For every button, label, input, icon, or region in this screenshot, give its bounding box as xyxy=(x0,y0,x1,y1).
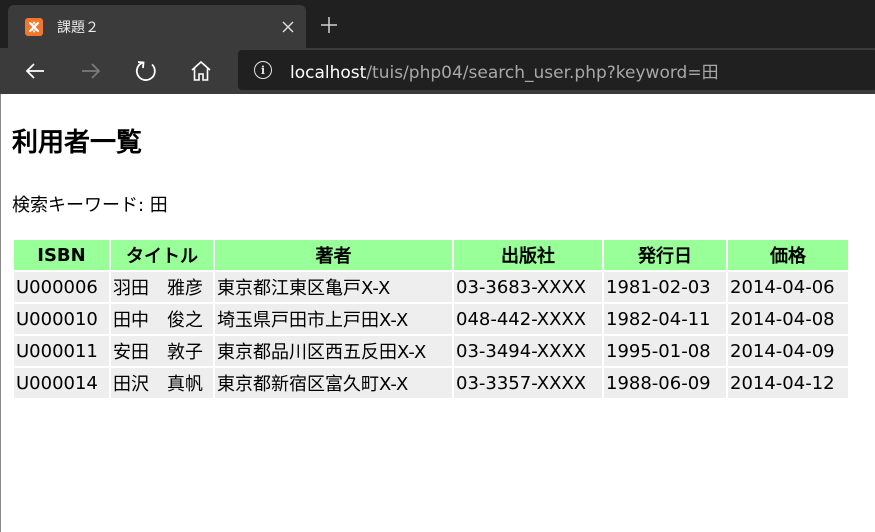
close-icon[interactable] xyxy=(278,17,298,37)
column-header-isbn: ISBN xyxy=(14,240,109,270)
toolbar: i localhost/tuis/php04/search_user.php?k… xyxy=(0,48,875,94)
tab-active[interactable]: 課題２ xyxy=(8,5,306,48)
home-icon[interactable] xyxy=(186,56,216,86)
info-icon[interactable]: i xyxy=(254,61,272,79)
cell-issue-date: 1988-06-09 xyxy=(604,368,726,398)
results-table: ISBN タイトル 著者 出版社 発行日 価格 U000006 羽田 雅彦 東京… xyxy=(12,238,850,400)
cell-price: 2014-04-06 xyxy=(728,272,848,302)
table-row: U000010 田中 俊之 埼玉県戸田市上戸田X-X 048-442-XXXX … xyxy=(14,304,848,334)
back-arrow-icon[interactable] xyxy=(20,56,50,86)
cell-author: 東京都新宿区富久町X-X xyxy=(215,368,452,398)
column-header-title: タイトル xyxy=(111,240,213,270)
table-row: U000011 安田 敦子 東京都品川区西五反田X-X 03-3494-XXXX… xyxy=(14,336,848,366)
cell-price: 2014-04-08 xyxy=(728,304,848,334)
url-path: /tuis/php04/search_user.php?keyword=田 xyxy=(366,62,719,83)
cell-issue-date: 1981-02-03 xyxy=(604,272,726,302)
cell-author: 埼玉県戸田市上戸田X-X xyxy=(215,304,452,334)
column-header-author: 著者 xyxy=(215,240,452,270)
cell-publisher: 048-442-XXXX xyxy=(454,304,602,334)
cell-title: 安田 敦子 xyxy=(111,336,213,366)
cell-price: 2014-04-09 xyxy=(728,336,848,366)
cell-author: 東京都江東区亀戸X-X xyxy=(215,272,452,302)
column-header-issue-date: 発行日 xyxy=(604,240,726,270)
url-text[interactable]: localhost/tuis/php04/search_user.php?key… xyxy=(290,58,719,83)
table-header-row: ISBN タイトル 著者 出版社 発行日 価格 xyxy=(14,240,848,270)
cell-isbn: U000006 xyxy=(14,272,109,302)
page-title: 利用者一覧 xyxy=(12,128,143,158)
cell-author: 東京都品川区西五反田X-X xyxy=(215,336,452,366)
cell-publisher: 03-3494-XXXX xyxy=(454,336,602,366)
cell-title: 田沢 真帆 xyxy=(111,368,213,398)
tab-strip: 課題２ xyxy=(0,0,875,48)
refresh-icon[interactable] xyxy=(131,56,161,86)
cell-issue-date: 1995-01-08 xyxy=(604,336,726,366)
url-host: localhost xyxy=(290,62,367,83)
tab-title: 課題２ xyxy=(57,19,99,36)
xampp-icon xyxy=(25,17,43,36)
cell-title: 田中 俊之 xyxy=(111,304,213,334)
browser-window: 課題２ i localhost/tuis/php04/search_user.p… xyxy=(0,0,875,532)
search-keyword-label: 検索キーワード: 田 xyxy=(12,195,168,216)
column-header-price: 価格 xyxy=(728,240,848,270)
cell-isbn: U000010 xyxy=(14,304,109,334)
column-header-publisher: 出版社 xyxy=(454,240,602,270)
cell-publisher: 03-3683-XXXX xyxy=(454,272,602,302)
forward-arrow-icon[interactable] xyxy=(76,56,106,86)
plus-icon[interactable] xyxy=(316,12,342,38)
cell-publisher: 03-3357-XXXX xyxy=(454,368,602,398)
address-bar[interactable]: i localhost/tuis/php04/search_user.php?k… xyxy=(238,50,875,90)
table-row: U000006 羽田 雅彦 東京都江東区亀戸X-X 03-3683-XXXX 1… xyxy=(14,272,848,302)
cell-title: 羽田 雅彦 xyxy=(111,272,213,302)
cell-price: 2014-04-12 xyxy=(728,368,848,398)
cell-isbn: U000011 xyxy=(14,336,109,366)
cell-issue-date: 1982-04-11 xyxy=(604,304,726,334)
cell-isbn: U000014 xyxy=(14,368,109,398)
table-row: U000014 田沢 真帆 東京都新宿区富久町X-X 03-3357-XXXX … xyxy=(14,368,848,398)
page-content: 利用者一覧 検索キーワード: 田 ISBN タイトル 著者 出版社 発行日 価格… xyxy=(0,94,875,532)
